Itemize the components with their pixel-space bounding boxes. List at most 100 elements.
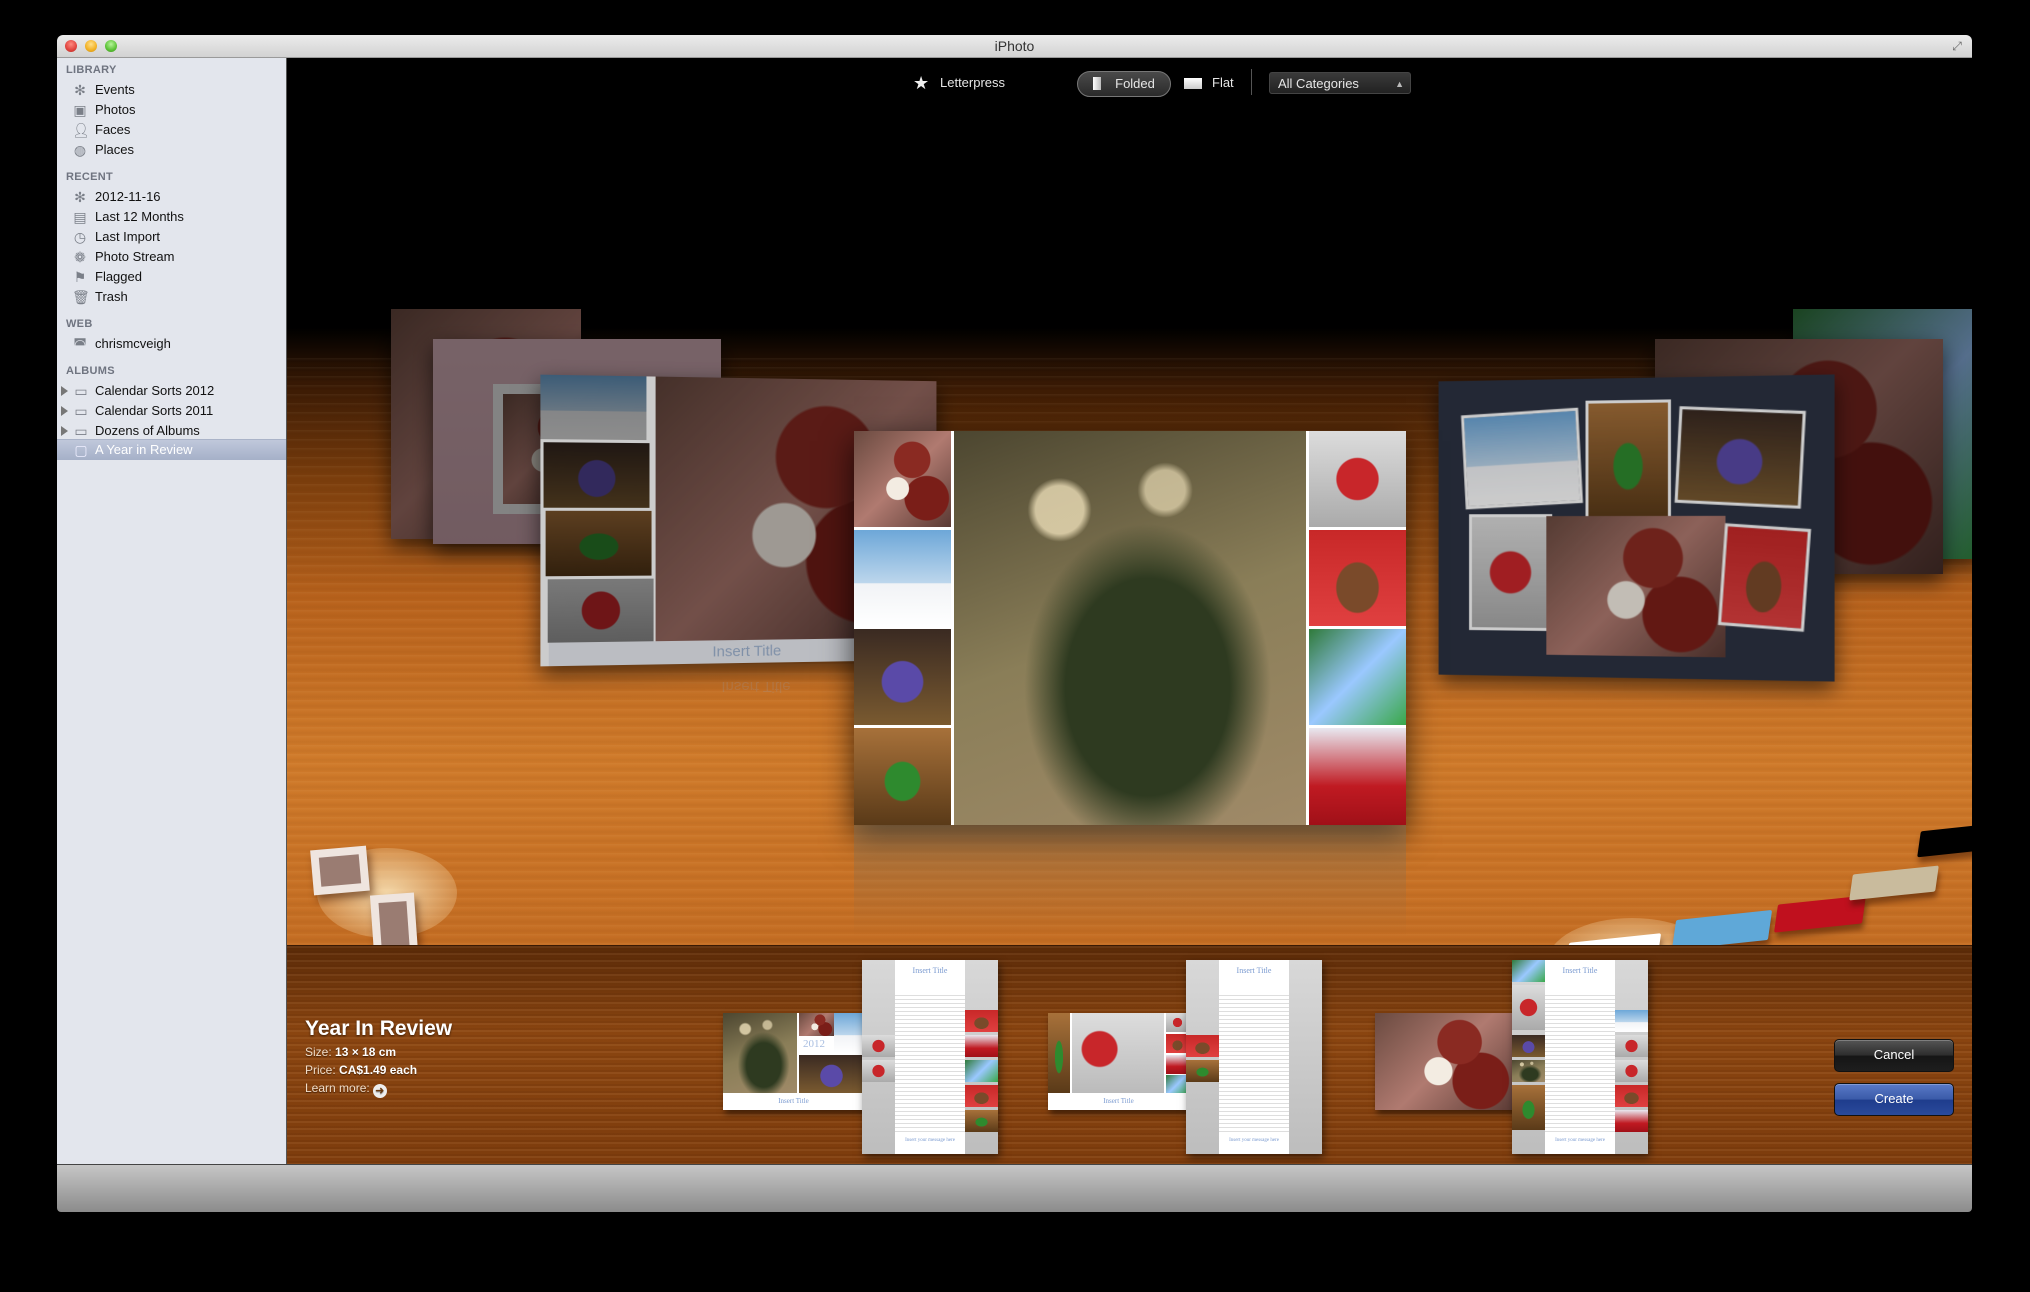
sidebar-item-last-12-months[interactable]: ▤ Last 12 Months — [57, 207, 286, 227]
folder-icon: ▭ — [74, 423, 88, 439]
card-photo — [965, 1060, 998, 1082]
card-theme-browser: ★ Letterpress Folded Flat All Categories… — [287, 58, 1972, 1164]
card-photo — [547, 578, 654, 643]
card-photo — [862, 1060, 895, 1082]
page-footer: Insert your message here — [1555, 1138, 1605, 1143]
folder-icon: ▭ — [74, 403, 88, 419]
front-caption: Insert Title — [778, 1097, 809, 1105]
card-photo — [862, 1035, 895, 1057]
page-title: Insert Title — [912, 966, 948, 975]
folded-filter[interactable]: Folded — [1077, 71, 1171, 97]
flat-card-icon[interactable] — [1184, 78, 1202, 89]
letterpress-filter[interactable]: Letterpress — [940, 71, 1005, 95]
size-value: 13 × 18 cm — [335, 1045, 397, 1059]
photo-frame-icon: ▣ — [73, 102, 87, 118]
learn-more-label: Learn more: — [305, 1081, 370, 1095]
sidebar-item-trash[interactable]: 🗑︎ Trash — [57, 287, 286, 307]
sidebar-item-calendar-sorts-2012[interactable]: ▭ Calendar Sorts 2012 — [57, 381, 286, 401]
folded-card-icon — [1093, 77, 1102, 90]
title-bar: iPhoto ⤢ — [57, 35, 1972, 58]
sidebar-item-faces[interactable]: 👤︎ Faces — [57, 120, 286, 140]
theme-card-selected[interactable] — [854, 431, 1406, 825]
card-photo — [1615, 1085, 1648, 1107]
letterpress-star-icon[interactable]: ★ — [913, 71, 929, 95]
sidebar-item-places[interactable]: ◍ Places — [57, 140, 286, 160]
card-photo — [1512, 985, 1545, 1030]
category-select[interactable]: All Categories ▲ — [1269, 72, 1411, 94]
arrow-right-circle-icon[interactable]: ➜ — [372, 1084, 387, 1098]
card-photo — [1309, 728, 1406, 825]
preview-card-inside: Insert Title Insert your message here — [862, 960, 998, 1154]
card-photo — [1309, 629, 1406, 725]
card-photo — [543, 442, 650, 508]
landscape-icon — [318, 854, 362, 887]
sidebar-item-event-2012-11-16[interactable]: ✻ 2012-11-16 — [57, 187, 286, 207]
sidebar-item-photo-stream[interactable]: ❁ Photo Stream — [57, 247, 286, 267]
card-photo — [545, 510, 652, 577]
cancel-button[interactable]: Cancel — [1834, 1039, 1954, 1072]
fullscreen-icon[interactable]: ⤢ — [1950, 39, 1964, 53]
sidebar-item-label: Calendar Sorts 2012 — [95, 383, 215, 398]
card-photo — [1461, 407, 1583, 510]
sidebar-item-label: Events — [95, 82, 135, 97]
album-icon: ▢ — [74, 442, 88, 458]
create-button[interactable]: Create — [1834, 1083, 1954, 1116]
globe-icon: ◍ — [73, 142, 87, 158]
theme-details-panel: Year In Review Size: 13 × 18 cm Price: C… — [287, 945, 1972, 1164]
theme-name: Year In Review — [305, 1017, 453, 1040]
flat-filter[interactable]: Flat — [1212, 71, 1234, 95]
sidebar-item-dozens-of-albums[interactable]: ▭ Dozens of Albums — [57, 421, 286, 441]
sidebar-item-label: Dozens of Albums — [95, 423, 200, 438]
price-value: CA$1.49 each — [339, 1063, 418, 1077]
learn-more-link[interactable]: Learn more: ➜ — [305, 1081, 387, 1098]
sidebar-item-calendar-sorts-2011[interactable]: ▭ Calendar Sorts 2011 — [57, 401, 286, 421]
card-photo — [1072, 1013, 1164, 1093]
theme-card-right-collage[interactable] — [1438, 374, 1835, 682]
body-text-lines — [1218, 994, 1290, 1135]
sidebar-item-label: Photo Stream — [95, 249, 175, 264]
person-icon: 👤︎ — [72, 122, 90, 138]
card-photo — [799, 1013, 834, 1036]
card-photo — [1512, 1035, 1545, 1057]
sidebar-item-a-year-in-review[interactable]: ▢ A Year in Review — [57, 439, 286, 460]
disclosure-triangle-icon[interactable] — [61, 406, 68, 416]
page-title: Insert Title — [1562, 966, 1598, 975]
sidebar-item-label: chrismcveigh — [95, 336, 171, 351]
card-photo — [1186, 1060, 1219, 1082]
palm-tree-icon: ✻ — [74, 82, 86, 98]
section-heading-library: LIBRARY — [66, 64, 117, 76]
toolbar-divider — [1251, 69, 1252, 95]
card-photo — [540, 374, 647, 441]
disclosure-triangle-icon[interactable] — [61, 426, 68, 436]
style-toolbar: ★ Letterpress Folded Flat All Categories… — [287, 58, 1972, 108]
card-photo — [1309, 530, 1406, 626]
sidebar-item-last-import[interactable]: ◷ Last Import — [57, 227, 286, 247]
clock-icon: ◷ — [73, 229, 87, 245]
preview-card-inside: Insert Title Insert your message here — [1186, 960, 1322, 1154]
flag-icon: ⚑ — [73, 269, 87, 285]
card-photo — [965, 1085, 998, 1107]
card-photo — [834, 1013, 864, 1053]
sidebar-item-chrismcveigh[interactable]: ◚ chrismcveigh — [57, 334, 286, 354]
card-photo — [965, 1035, 998, 1057]
card-photo — [1309, 431, 1406, 527]
selected-card-reflection — [854, 825, 1406, 935]
sidebar-item-flagged[interactable]: ⚑ Flagged — [57, 267, 286, 287]
price-label: Price: — [305, 1063, 336, 1077]
card-photo — [1186, 1035, 1219, 1057]
sidebar-item-label: Places — [95, 142, 135, 157]
photo-placeholder-icon[interactable] — [310, 845, 370, 896]
photo-strip — [1289, 960, 1322, 1154]
card-photo — [1615, 1110, 1648, 1132]
card-photo — [854, 431, 951, 527]
disclosure-triangle-icon[interactable] — [61, 386, 68, 396]
card-photo — [1546, 515, 1726, 658]
sidebar-item-label: Last 12 Months — [95, 209, 184, 224]
web-album-icon: ◚ — [73, 336, 87, 352]
folder-icon: ▭ — [74, 383, 88, 399]
sidebar-item-photos[interactable]: ▣ Photos — [57, 100, 286, 120]
photo-strip — [862, 960, 895, 1154]
section-heading-web: WEB — [66, 318, 93, 330]
select-arrows-icon: ▲ — [1395, 79, 1404, 89]
sidebar-item-events[interactable]: ✻ Events — [57, 80, 286, 100]
